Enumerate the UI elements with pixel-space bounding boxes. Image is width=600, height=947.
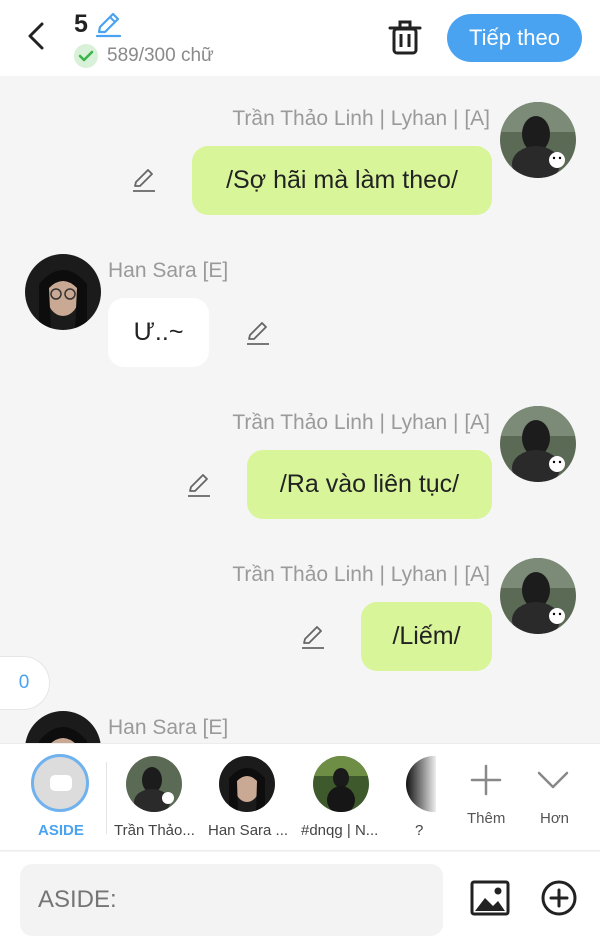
next-button[interactable]: Tiếp theo [447,14,582,62]
character-avatar[interactable] [126,756,182,812]
divider [106,762,107,834]
message-bubble[interactable]: /Sợ hãi mà làm theo/ [192,146,492,215]
aside-button[interactable] [31,754,89,812]
message-bubble[interactable]: /Liếm/ [361,602,492,671]
character-label: ? [415,822,424,839]
check-icon [74,44,98,68]
chapter-number: 5 [74,10,88,38]
add-character-icon[interactable] [466,760,506,800]
character-label: #dnqg | N... [301,822,379,839]
aside-label: ASIDE [38,822,84,839]
character-label: Han Sara ... [208,822,289,839]
edit-title-icon[interactable] [94,10,122,38]
edit-pencil-icon[interactable] [299,623,327,651]
image-icon[interactable] [468,876,512,920]
message-bubble[interactable]: Ư..~ [108,298,209,367]
add-character-label[interactable]: Thêm [467,810,505,827]
message-bubble[interactable]: /Ra vào liên tục/ [247,450,492,519]
add-circle-icon[interactable] [540,879,578,917]
character-bar: ASIDE Trần Thảo... Han Sara ... #dnqg | … [0,743,600,851]
avatar[interactable] [500,406,576,482]
avatar[interactable] [25,254,101,330]
back-arrow-icon[interactable] [18,18,54,54]
avatar[interactable] [500,102,576,178]
edit-pencil-icon[interactable] [185,471,213,499]
aside-icon [50,775,72,791]
character-avatar[interactable] [406,756,436,812]
word-count: 589/300 chữ [107,45,214,66]
speaker-name: Trần Thảo Linh | Lyhan | [A] [232,563,490,586]
character-label: Trần Thảo... [114,822,195,839]
side-tab-counter[interactable]: 0 [0,656,50,710]
avatar[interactable] [500,558,576,634]
top-bar: 5 589/300 chữ Tiếp theo [0,0,600,76]
edit-pencil-icon[interactable] [130,166,158,194]
character-avatar[interactable] [219,756,275,812]
message-input[interactable] [20,864,443,936]
speaker-name: Trần Thảo Linh | Lyhan | [A] [232,411,490,434]
edit-pencil-icon[interactable] [244,319,272,347]
speaker-name: Han Sara [E] [108,259,229,282]
character-avatar[interactable] [313,756,369,812]
composer [0,852,600,947]
more-label[interactable]: Hơn [540,810,569,827]
speaker-name: Han Sara [E] [108,716,229,739]
speaker-name: Trần Thảo Linh | Lyhan | [A] [232,107,490,130]
chevron-down-icon[interactable] [533,760,573,800]
trash-icon[interactable] [386,18,424,56]
